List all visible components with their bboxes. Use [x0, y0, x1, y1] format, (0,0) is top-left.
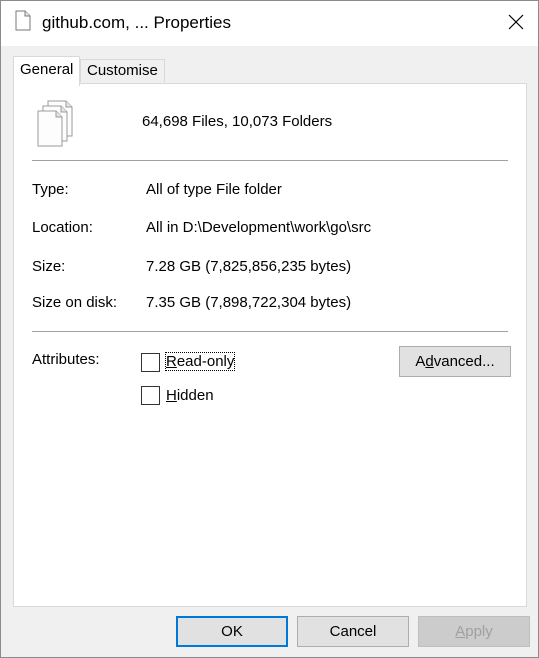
hidden-label-rest: idden	[176, 387, 214, 404]
divider	[32, 331, 508, 332]
readonly-label[interactable]: Read-only	[164, 352, 236, 371]
apply-button[interactable]: Apply	[418, 616, 530, 647]
size-on-disk-value: 7.35 GB (7,898,722,304 bytes)	[146, 294, 352, 311]
divider	[32, 160, 508, 161]
apply-access-key: A	[455, 623, 466, 640]
type-value: All of type File folder	[146, 181, 282, 198]
general-panel: 64,698 Files, 10,073 Folders Type: All o…	[13, 83, 527, 607]
apply-rest: pply	[465, 623, 493, 640]
hidden-label[interactable]: Hidden	[166, 387, 214, 404]
location-value: All in D:\Development\work\go\src	[146, 219, 372, 236]
tab-general[interactable]: General	[13, 56, 81, 86]
readonly-access-key: R	[166, 353, 177, 370]
cancel-button[interactable]: Cancel	[297, 616, 409, 647]
size-value: 7.28 GB (7,825,856,235 bytes)	[146, 258, 352, 275]
multiple-files-icon	[36, 100, 80, 148]
advanced-button[interactable]: Ad vanced...	[399, 346, 511, 377]
tab-customise[interactable]: Customise	[80, 59, 165, 82]
advanced-prefix: A	[415, 353, 426, 370]
tab-general-label: General	[20, 61, 74, 78]
files-folders-summary: 64,698 Files, 10,073 Folders	[142, 113, 333, 130]
readonly-label-rest: ead-only	[176, 353, 235, 370]
readonly-checkbox[interactable]	[141, 353, 160, 372]
hidden-checkbox[interactable]	[141, 386, 160, 405]
document-icon	[15, 10, 31, 31]
advanced-rest: vanced...	[433, 353, 495, 370]
type-label: Type:	[32, 181, 69, 198]
attributes-label: Attributes:	[32, 351, 100, 368]
window-title: github.com, ... Properties	[42, 13, 231, 32]
title-bar[interactable]: github.com, ... Properties	[1, 1, 538, 46]
close-icon	[508, 14, 524, 34]
properties-window: github.com, ... Properties General Custo…	[0, 0, 539, 658]
ok-button[interactable]: OK	[176, 616, 288, 647]
advanced-access-key: d	[425, 353, 434, 370]
tab-customise-label: Customise	[87, 62, 158, 79]
close-button[interactable]	[494, 1, 538, 46]
size-label: Size:	[32, 258, 66, 275]
size-on-disk-label: Size on disk:	[32, 294, 118, 311]
location-label: Location:	[32, 219, 93, 236]
hidden-access-key: H	[166, 387, 177, 404]
